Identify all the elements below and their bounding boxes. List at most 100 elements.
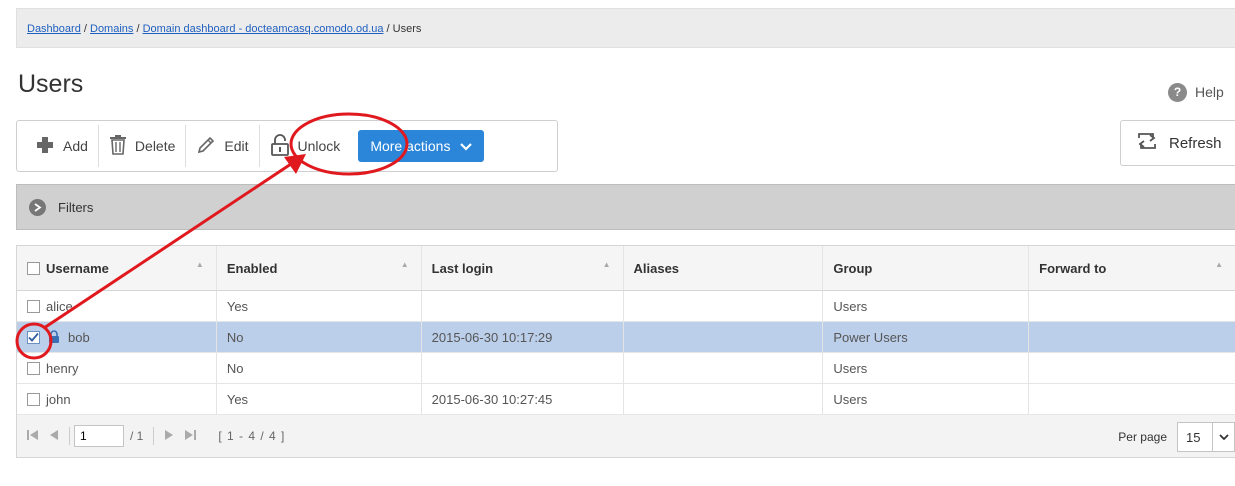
column-header-aliases[interactable]: Aliases — [624, 246, 824, 290]
row-checkbox[interactable] — [27, 392, 40, 406]
aliases-cell — [624, 291, 824, 321]
row-checkbox[interactable] — [27, 361, 40, 375]
select-all-checkbox[interactable] — [27, 261, 40, 275]
username-value: john — [46, 391, 71, 407]
breadcrumb-separator: / — [383, 23, 393, 35]
refresh-button[interactable]: Refresh — [1120, 120, 1235, 166]
expand-icon[interactable] — [29, 198, 46, 216]
column-header-label: Group — [833, 260, 873, 276]
edit-label: Edit — [224, 138, 249, 154]
first-page-icon[interactable] — [27, 429, 39, 443]
per-page-control: Per page 15 — [1118, 422, 1235, 452]
aliases-cell — [624, 353, 824, 383]
edit-button[interactable]: Edit — [186, 125, 260, 167]
previous-page-icon[interactable] — [49, 429, 59, 443]
username-cell: alice — [17, 291, 217, 321]
page-title: Users — [18, 70, 84, 98]
last-login-cell — [422, 353, 624, 383]
breadcrumb-domains-link[interactable]: Domains — [90, 23, 133, 35]
help-label: Help — [1195, 84, 1224, 100]
total-pages: / 1 — [130, 429, 144, 443]
delete-button[interactable]: Delete — [99, 125, 187, 167]
record-range: [ 1 - 4 / 4 ] — [218, 429, 286, 443]
refresh-label: Refresh — [1169, 134, 1222, 152]
per-page-label: Per page — [1118, 430, 1167, 444]
column-header-forward-to[interactable]: Forward to ▲ — [1029, 246, 1235, 290]
help-link[interactable]: ? Help — [1168, 82, 1224, 102]
forward-to-cell — [1029, 353, 1235, 383]
username-value: alice — [46, 298, 73, 314]
pager-divider — [69, 427, 70, 445]
column-header-username[interactable]: Username ▲ — [17, 246, 217, 290]
column-header-label: Aliases — [633, 260, 680, 276]
chevron-down-icon — [460, 138, 473, 154]
last-page-icon[interactable] — [184, 429, 197, 443]
unlock-label: Unlock — [297, 138, 341, 154]
chevron-down-icon — [1212, 423, 1234, 451]
toolbar: Add Delete Edit Unlock More actions — [16, 120, 558, 172]
question-icon: ? — [1168, 82, 1187, 102]
column-header-label: Username — [46, 260, 109, 276]
breadcrumb-domain-dashboard-link[interactable]: Domain dashboard - docteamcasq.comodo.od… — [143, 23, 384, 35]
column-header-label: Enabled — [226, 260, 278, 276]
breadcrumb-dashboard-link[interactable]: Dashboard — [27, 23, 81, 35]
more-actions-label: More actions — [370, 138, 451, 154]
add-label: Add — [63, 138, 88, 154]
filters-label: Filters — [58, 199, 94, 215]
sort-icon: ▲ — [602, 260, 611, 269]
forward-to-cell — [1029, 322, 1235, 352]
add-button[interactable]: Add — [25, 125, 99, 167]
forward-to-cell — [1029, 291, 1235, 321]
delete-label: Delete — [134, 138, 176, 154]
more-actions-button[interactable]: More actions — [358, 130, 485, 162]
column-header-label: Last login — [431, 260, 494, 276]
plus-icon — [35, 135, 55, 158]
table-header-row: Username ▲ Enabled ▲ Last login ▲ Aliase… — [17, 246, 1235, 291]
trash-icon — [109, 134, 127, 158]
breadcrumb-separator: / — [80, 23, 90, 35]
forward-to-cell — [1029, 384, 1235, 414]
table-row[interactable]: john Yes 2015-06-30 10:27:45 Users — [17, 384, 1235, 415]
username-value: henry — [46, 360, 79, 376]
filters-bar[interactable]: Filters — [16, 184, 1235, 230]
group-cell: Users — [823, 353, 1030, 383]
column-header-label: Forward to — [1039, 260, 1107, 276]
username-value: bob — [68, 329, 90, 345]
page-number-input[interactable] — [74, 425, 124, 447]
next-page-icon[interactable] — [164, 429, 174, 443]
row-checkbox[interactable] — [27, 299, 40, 313]
table-row[interactable]: alice Yes Users — [17, 291, 1235, 322]
username-cell: john — [17, 384, 217, 414]
breadcrumb-separator: / — [133, 23, 143, 35]
enabled-cell: Yes — [217, 384, 422, 414]
sort-icon: ▲ — [400, 260, 409, 269]
refresh-icon — [1135, 130, 1159, 156]
pencil-icon — [196, 135, 216, 158]
aliases-cell — [624, 322, 824, 352]
aliases-cell — [624, 384, 824, 414]
row-checkbox[interactable] — [27, 330, 40, 344]
per-page-select[interactable]: 15 — [1177, 422, 1235, 452]
username-cell: bob — [17, 322, 217, 352]
unlock-icon — [270, 133, 290, 159]
locked-icon — [48, 330, 60, 344]
enabled-cell: No — [217, 322, 422, 352]
pagination-bar: / 1 [ 1 - 4 / 4 ] Per page 15 — [17, 415, 1235, 457]
group-cell: Users — [823, 384, 1030, 414]
table-row[interactable]: henry No Users — [17, 353, 1235, 384]
table-row[interactable]: bob No 2015-06-30 10:17:29 Power Users — [17, 322, 1235, 353]
column-header-group[interactable]: Group — [823, 246, 1030, 290]
username-cell: henry — [17, 353, 217, 383]
pager-divider — [153, 427, 155, 445]
column-header-enabled[interactable]: Enabled ▲ — [217, 246, 422, 290]
last-login-cell — [422, 291, 624, 321]
per-page-value: 15 — [1186, 429, 1201, 445]
group-cell: Users — [823, 291, 1030, 321]
column-header-last-login[interactable]: Last login ▲ — [422, 246, 624, 290]
users-table: Username ▲ Enabled ▲ Last login ▲ Aliase… — [16, 245, 1235, 458]
sort-icon: ▲ — [1215, 260, 1223, 269]
group-cell: Power Users — [823, 322, 1030, 352]
breadcrumb-current: Users — [392, 23, 422, 35]
last-login-cell: 2015-06-30 10:17:29 — [422, 322, 624, 352]
unlock-button[interactable]: Unlock — [260, 125, 351, 167]
